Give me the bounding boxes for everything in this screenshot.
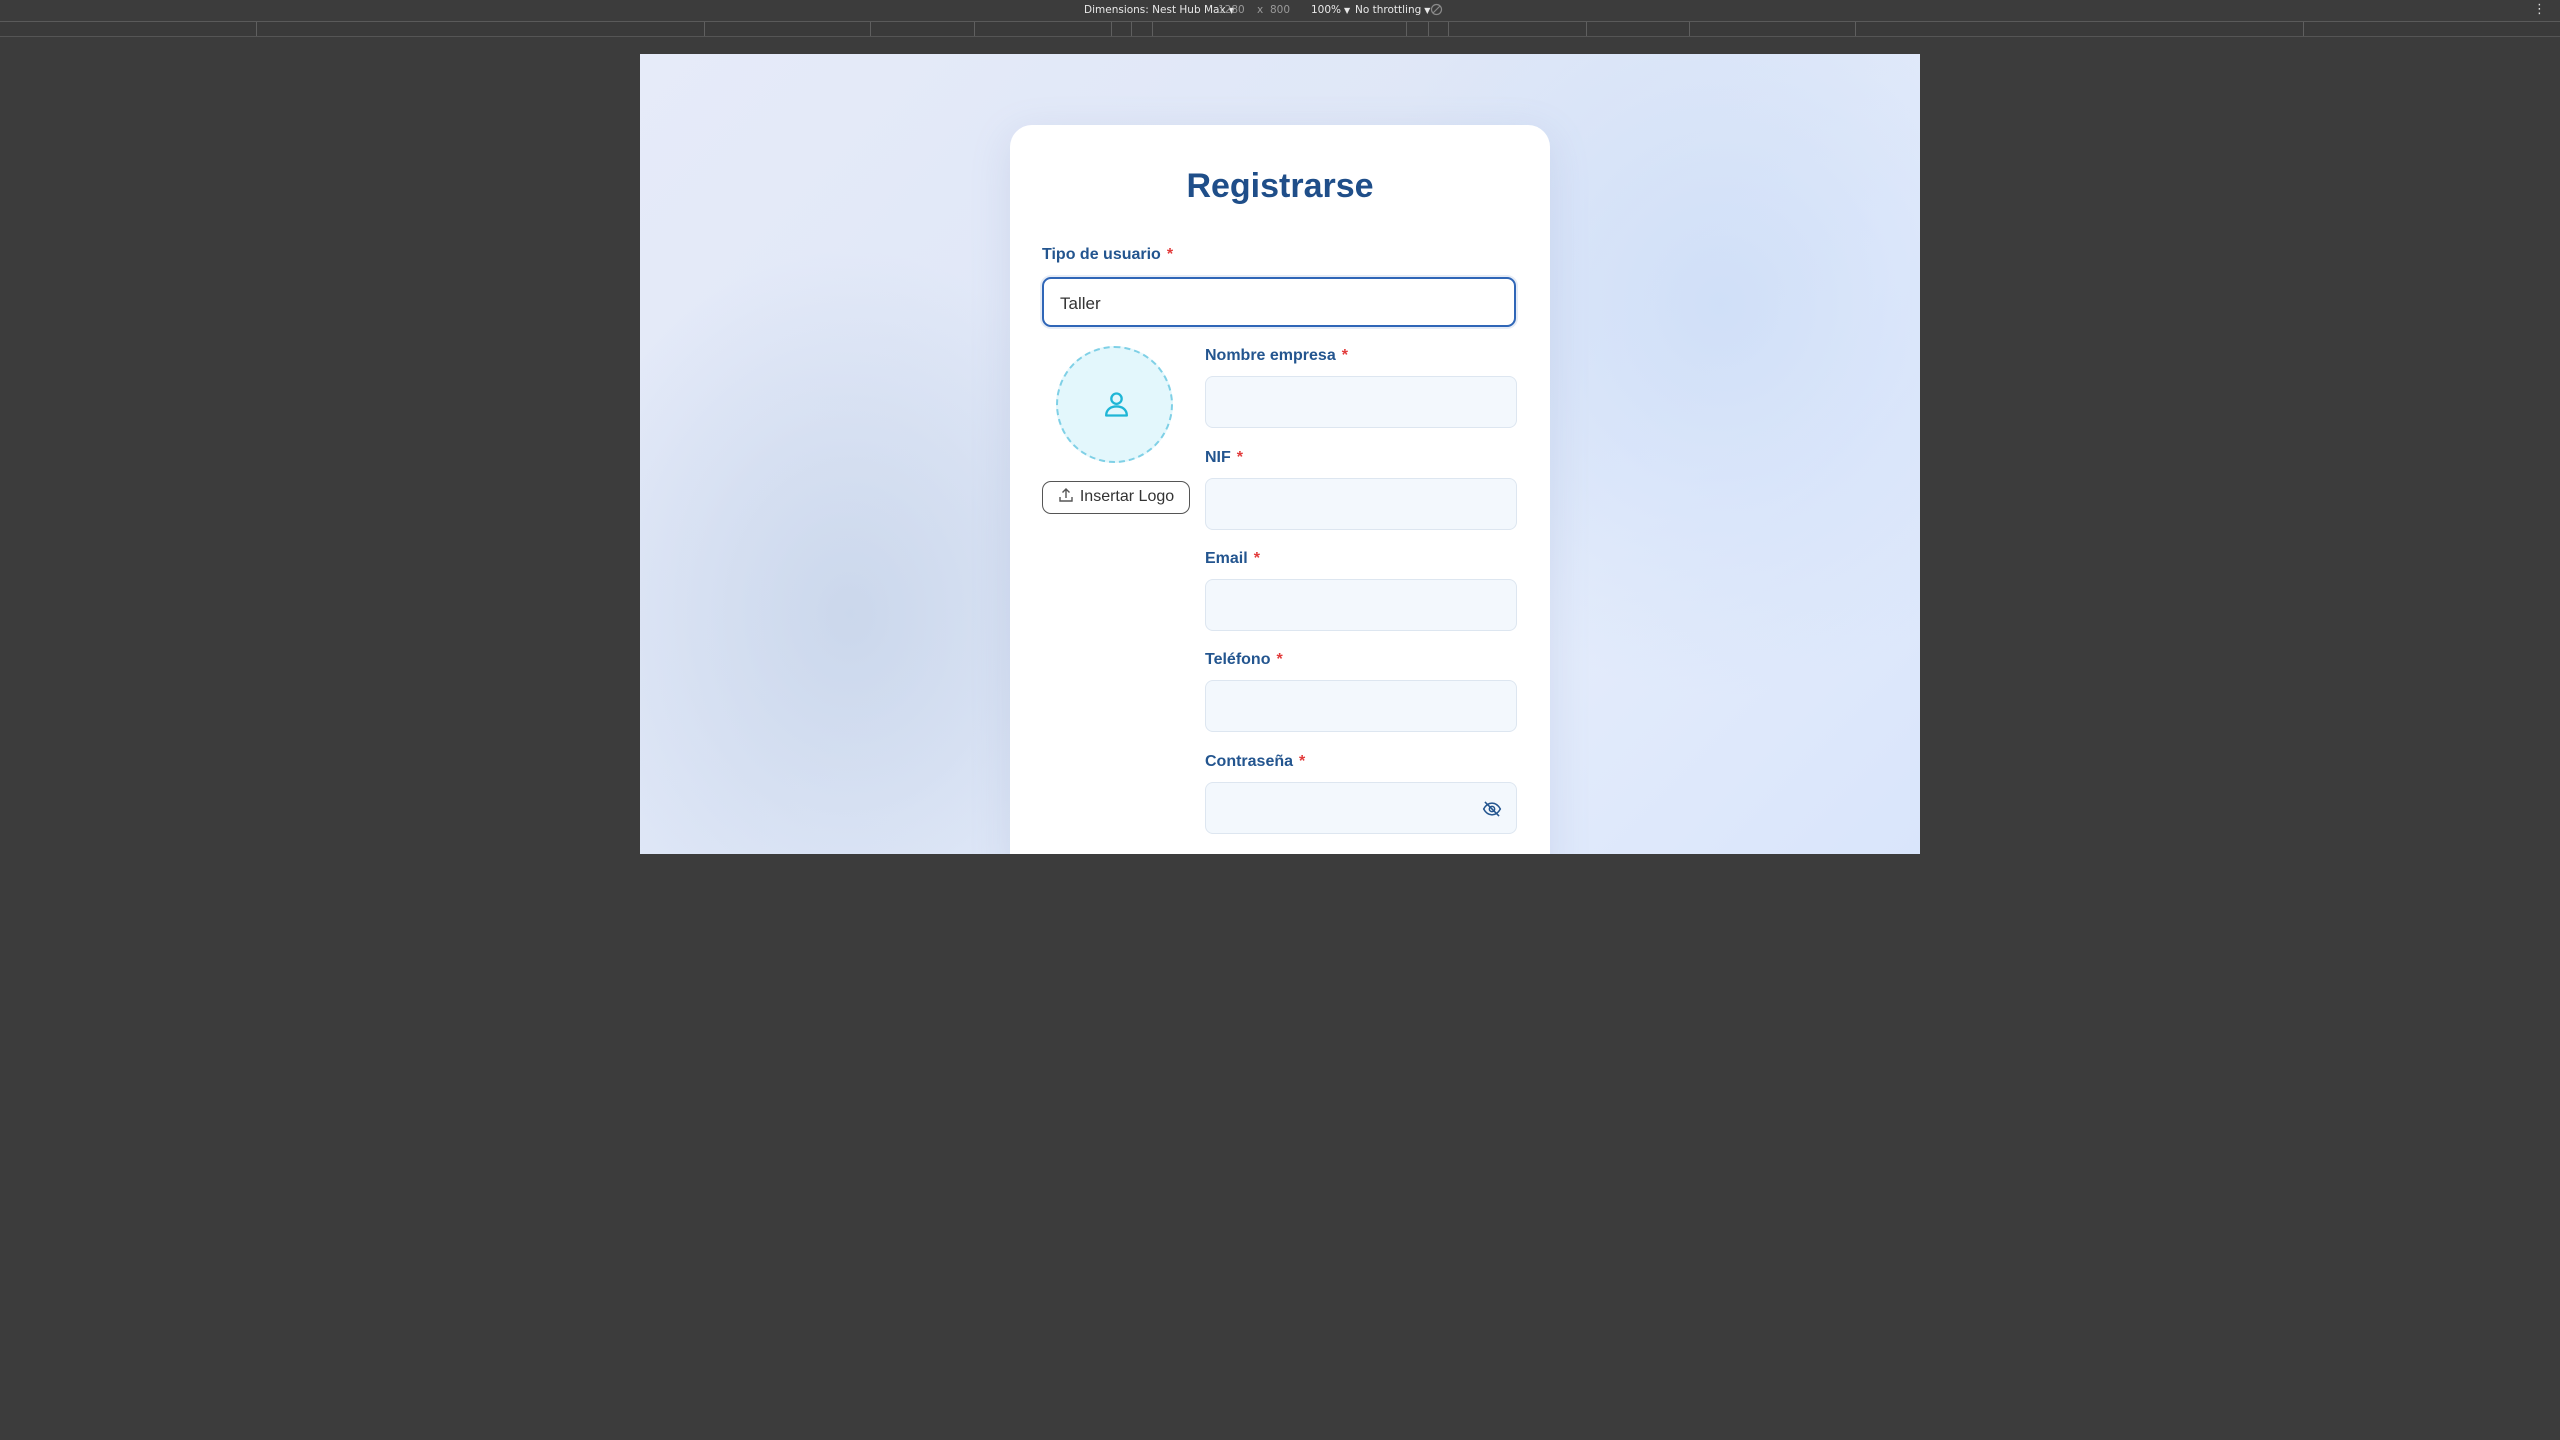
device-viewport: Registrarse Tipo de usuario * Taller Inse…	[640, 54, 1920, 854]
media-query-ruler	[0, 22, 2560, 37]
more-options-icon[interactable]: ⋮	[2533, 2, 2546, 17]
logo-preview	[1056, 346, 1173, 463]
password-input[interactable]	[1205, 782, 1517, 834]
company-name-input[interactable]	[1205, 376, 1517, 428]
email-input[interactable]	[1205, 579, 1517, 631]
nif-input[interactable]	[1205, 478, 1517, 530]
nif-label: NIF *	[1205, 449, 1243, 467]
company-name-label: Nombre empresa *	[1205, 347, 1348, 365]
dimension-separator: x	[1257, 4, 1264, 16]
user-type-select[interactable]: Taller	[1042, 277, 1516, 327]
user-type-label-text: Tipo de usuario	[1042, 246, 1161, 263]
company-name-label-text: Nombre empresa	[1205, 347, 1336, 364]
password-label: Contraseña *	[1205, 753, 1305, 771]
required-mark: *	[1299, 753, 1306, 770]
email-label: Email *	[1205, 550, 1260, 568]
user-icon	[1105, 392, 1128, 417]
device-dimensions-label: Dimensions: Nest Hub Max	[1084, 4, 1226, 16]
viewport-width-input[interactable]: 1280	[1218, 4, 1245, 16]
viewport-height-input[interactable]: 800	[1270, 4, 1290, 16]
password-label-text: Contraseña	[1205, 753, 1294, 770]
page-title: Registrarse	[1186, 167, 1374, 205]
required-mark: *	[1276, 651, 1283, 668]
phone-input[interactable]	[1205, 680, 1517, 732]
device-selector[interactable]: Dimensions: Nest Hub Max ▼	[1084, 4, 1235, 16]
required-mark: *	[1166, 246, 1174, 263]
required-mark: *	[1341, 347, 1348, 364]
chevron-down-icon: ▼	[1344, 6, 1351, 15]
insert-logo-label: Insertar Logo	[1079, 488, 1175, 505]
rotate-icon[interactable]	[1430, 3, 1443, 19]
devtools-device-toolbar: Dimensions: Nest Hub Max ▼ 1280 x 800 100…	[0, 0, 2560, 22]
phone-label: Teléfono *	[1205, 651, 1283, 669]
email-label-text: Email	[1205, 550, 1248, 567]
required-mark: *	[1236, 449, 1244, 466]
eye-off-icon[interactable]	[1482, 799, 1502, 819]
required-mark: *	[1253, 550, 1260, 567]
nif-label-text: NIF	[1205, 449, 1231, 466]
insert-logo-button[interactable]: Insertar Logo	[1042, 481, 1190, 514]
upload-icon	[1059, 488, 1073, 502]
throttling-label: No throttling	[1355, 4, 1422, 16]
throttling-selector[interactable]: No throttling ▼	[1355, 4, 1430, 16]
register-card: Registrarse Tipo de usuario * Taller Inse…	[1010, 125, 1550, 854]
zoom-selector[interactable]: 100% ▼	[1311, 4, 1350, 16]
zoom-label: 100%	[1311, 4, 1342, 16]
phone-label-text: Teléfono	[1205, 651, 1271, 668]
user-type-label: Tipo de usuario *	[1042, 246, 1173, 264]
